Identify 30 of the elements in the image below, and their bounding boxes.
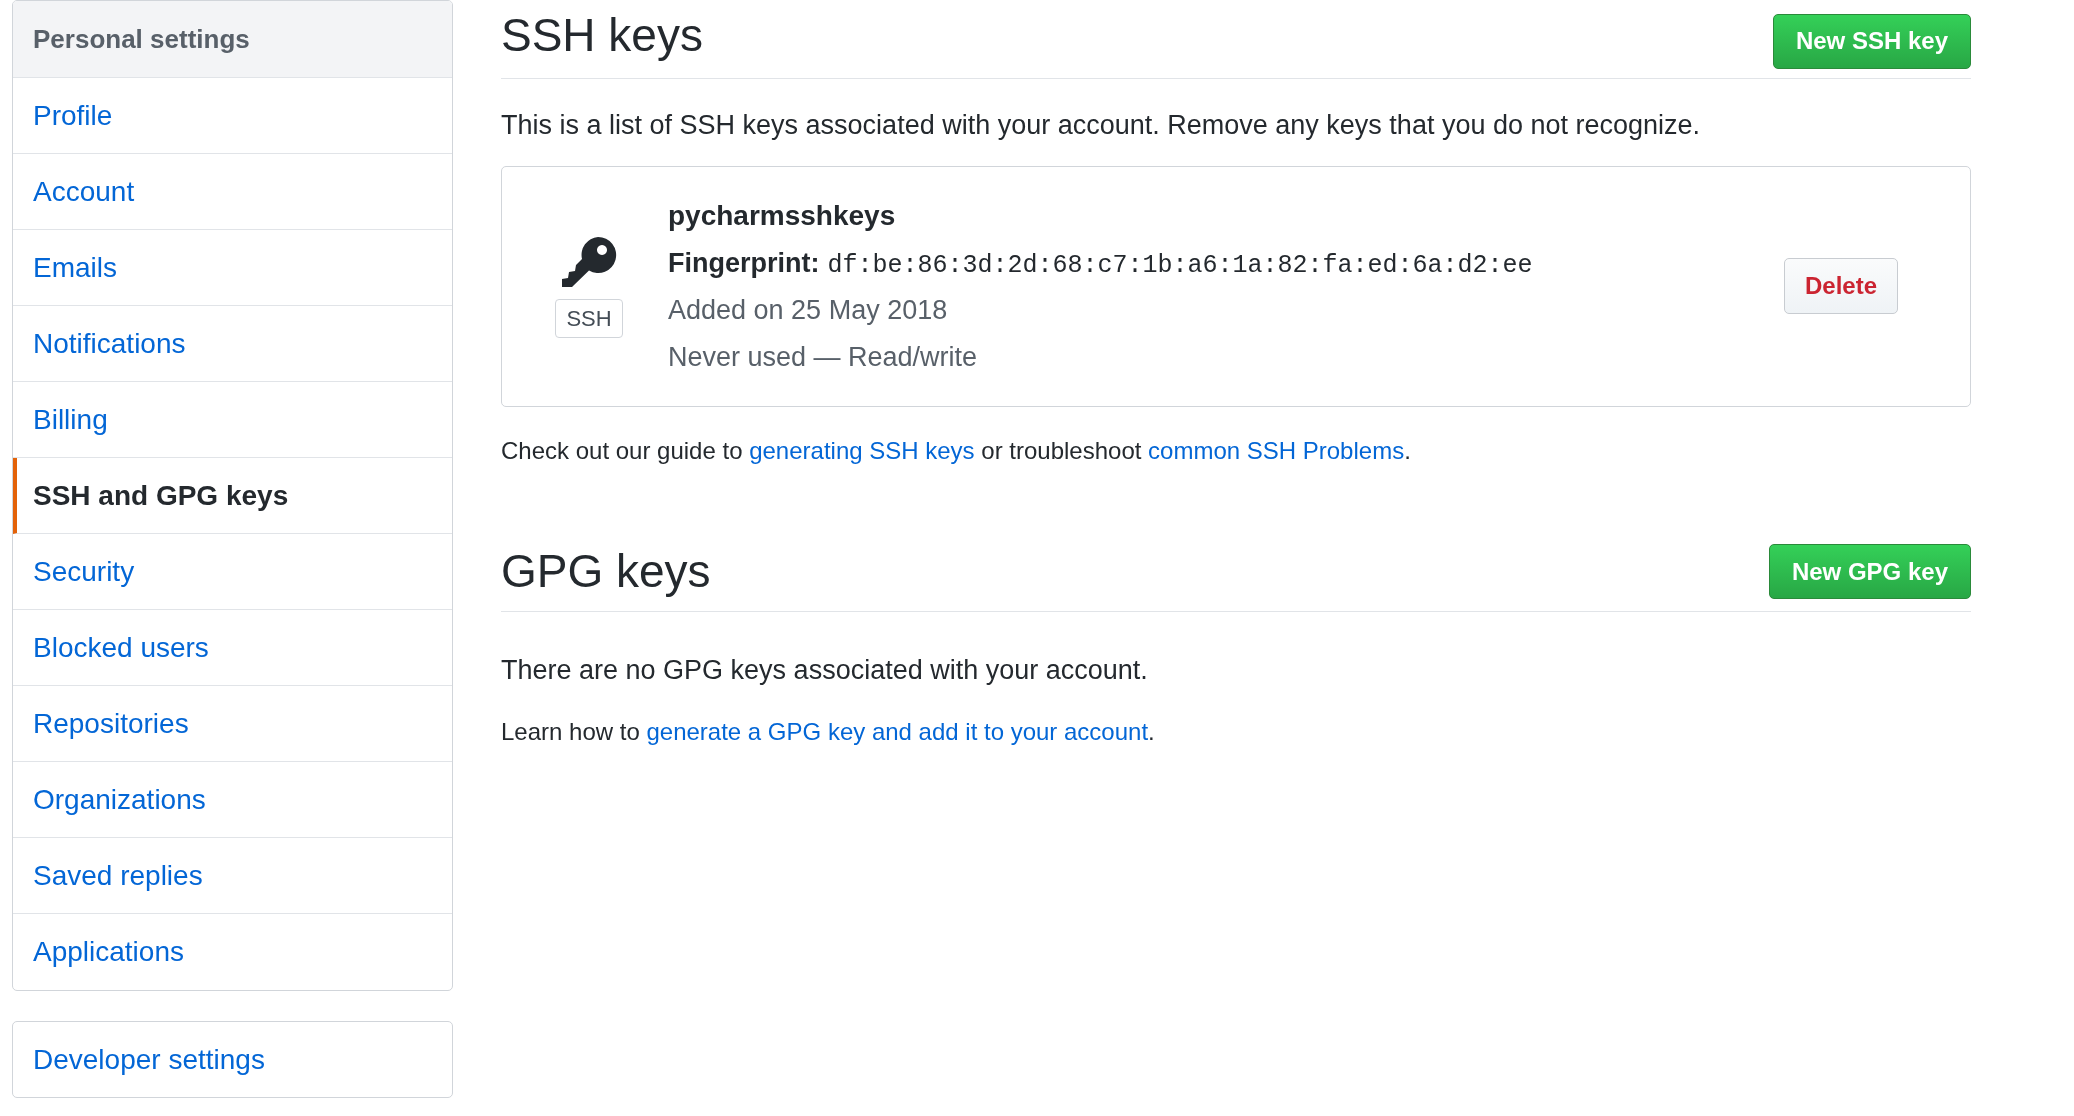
description: This is a list of SSH keys associated with your account. Remove any keys that you do not recognize. [501, 109, 1702, 142]
guide-text: Check out our guide to generating SSH keys or troubleshoot common SSH Problems. [501, 435, 1412, 466]
sidebar-item[interactable]: SSH and GPG keys [13, 458, 452, 534]
empty-message: There are no GPG keys associated with your account. [501, 653, 1149, 687]
fingerprint: df:be:86:3d:2d:68:c7:1b:a6:1a:82:fa:ed:6a:d2:ee [827, 249, 1533, 282]
added-date: Added on 25 May 2018 [668, 294, 949, 328]
fingerprint-label: Fingerprint: [668, 246, 820, 280]
sidebar-item[interactable]: Account [13, 154, 452, 230]
key-title: pycharmsshkeys [668, 198, 897, 233]
sidebar-item[interactable]: Notifications [13, 306, 452, 382]
sidebar-item[interactable]: Saved replies [13, 838, 452, 914]
sidebar-item[interactable]: Organizations [13, 762, 452, 838]
sidebar-item[interactable]: Billing [13, 382, 452, 458]
sidebar-item[interactable]: Repositories [13, 686, 452, 762]
link[interactable]: generate a GPG key and add it to your account [646, 718, 1149, 745]
ssh-label: SSH [555, 298, 623, 338]
developer-settings-link[interactable]: Developer settings [12, 1021, 453, 1098]
delete-button[interactable]: Delete [1783, 258, 1898, 314]
sidebar-item[interactable]: Profile [13, 78, 452, 154]
section-title: SSH keys [501, 7, 703, 63]
learn-text: Learn how to generate a GPG key and add it to your account. [501, 717, 1156, 747]
sidebar-header: Personal settings [13, 1, 452, 78]
sidebar-item[interactable]: Emails [13, 230, 452, 306]
link[interactable]: generating SSH keys [749, 436, 975, 464]
link[interactable]: common SSH Problems [1148, 436, 1405, 464]
sidebar-item[interactable]: Applications [13, 914, 452, 990]
usage-text: Never used — Read/write [668, 340, 979, 374]
sidebar-item[interactable]: Security [13, 534, 452, 610]
sidebar-item[interactable]: Blocked users [13, 610, 452, 686]
section-title: GPG keys [501, 544, 711, 599]
